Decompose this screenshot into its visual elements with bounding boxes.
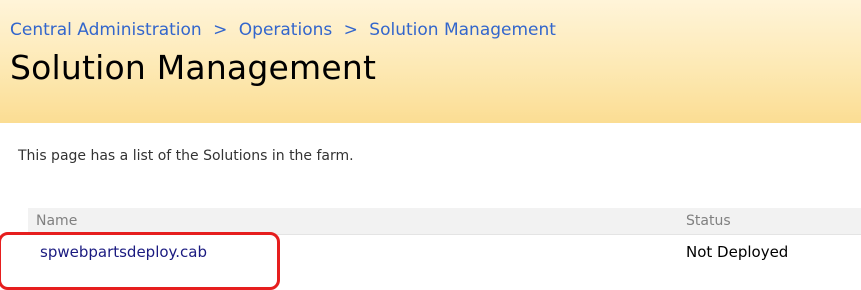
solution-status: Not Deployed bbox=[686, 243, 789, 261]
breadcrumb-separator: > bbox=[213, 20, 228, 40]
breadcrumb-link-central-administration[interactable]: Central Administration bbox=[10, 20, 202, 40]
list-header-row: Name Status bbox=[28, 208, 861, 235]
breadcrumb-separator: > bbox=[343, 20, 358, 40]
column-header-status[interactable]: Status bbox=[686, 213, 731, 229]
breadcrumb-current-page: Solution Management bbox=[369, 20, 556, 40]
column-header-name[interactable]: Name bbox=[36, 213, 77, 229]
breadcrumb-link-operations[interactable]: Operations bbox=[239, 20, 332, 40]
page-description: This page has a list of the Solutions in… bbox=[18, 148, 354, 164]
solutions-list: Name Status spwebpartsdeploy.cab Not Dep… bbox=[28, 208, 861, 269]
solution-name-link[interactable]: spwebpartsdeploy.cab bbox=[40, 243, 207, 261]
table-row: spwebpartsdeploy.cab Not Deployed bbox=[28, 235, 861, 269]
breadcrumb: Central Administration > Operations > So… bbox=[10, 20, 556, 40]
page-title: Solution Management bbox=[10, 48, 377, 87]
title-area: Central Administration > Operations > So… bbox=[0, 0, 861, 123]
